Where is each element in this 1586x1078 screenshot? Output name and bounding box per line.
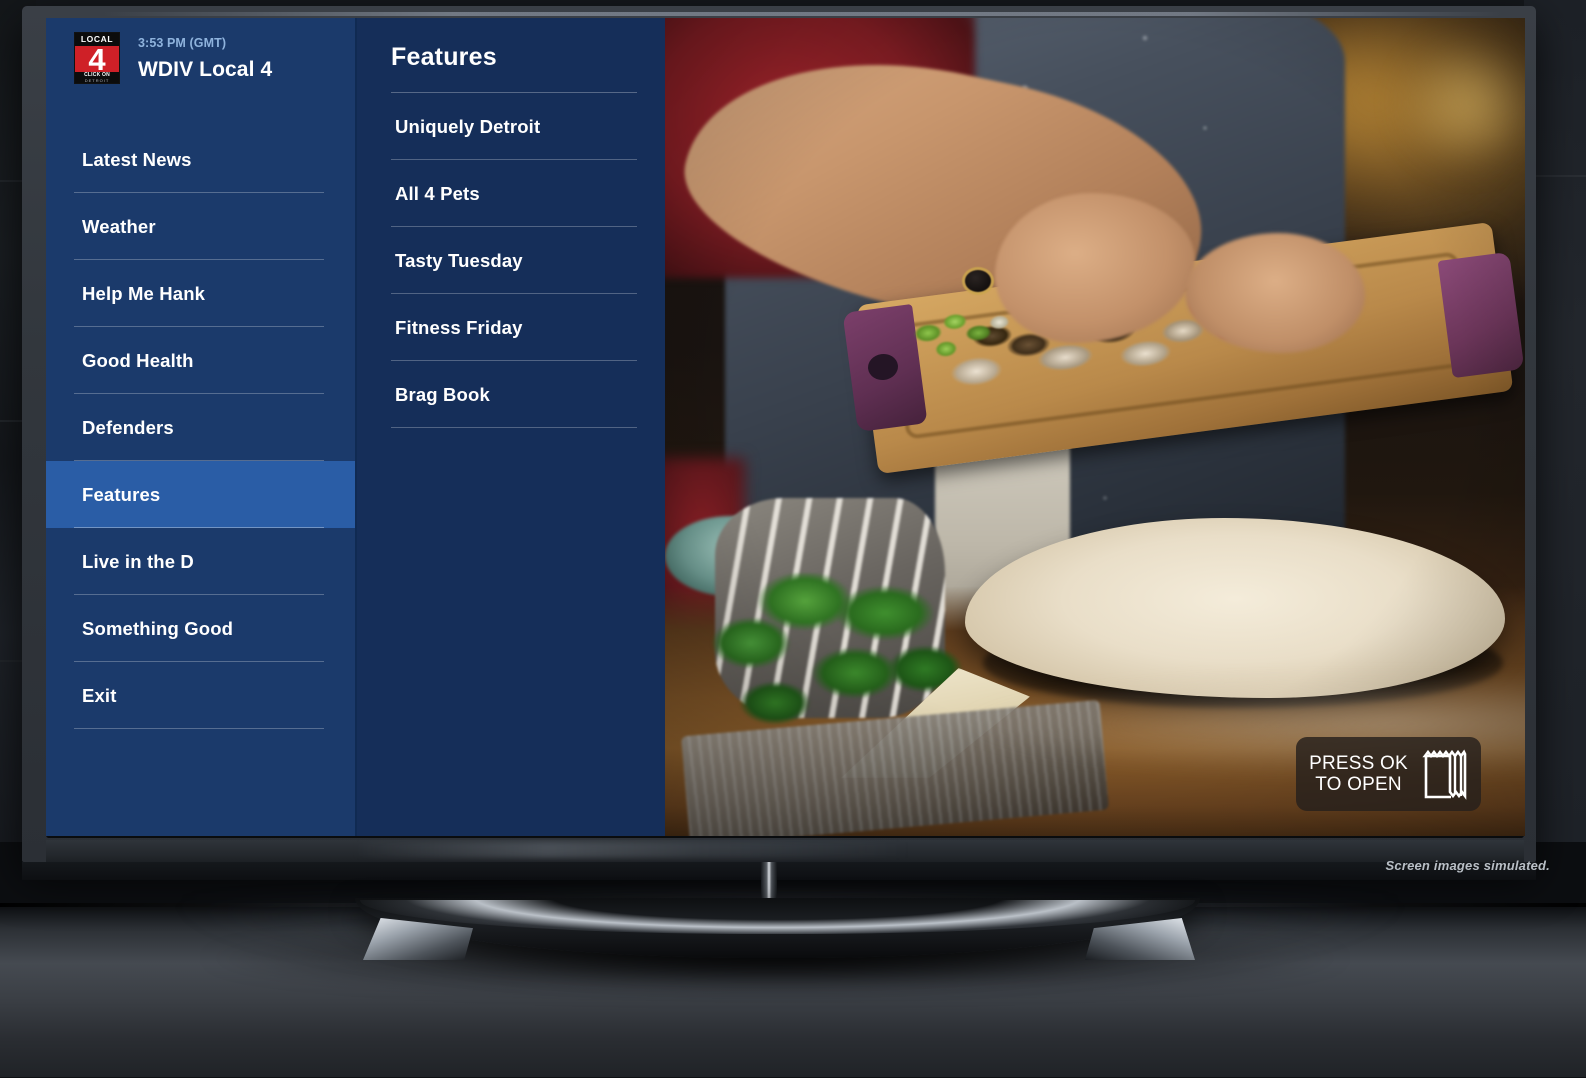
submenu-item-label: Uniquely Detroit — [395, 116, 540, 138]
primary-navigation-panel: LOCAL 4 CLICK ON DETROIT 3:53 PM (GMT) W… — [46, 18, 355, 836]
submenu-title: Features — [357, 18, 665, 72]
receipt-icon — [1422, 748, 1468, 800]
press-ok-badge[interactable]: PRESS OK TO OPEN — [1296, 737, 1481, 811]
sidebar-item-label: Weather — [82, 216, 156, 238]
sidebar-item-label: Live in the D — [82, 551, 194, 573]
submenu-item-all-4-pets[interactable]: All 4 Pets — [357, 160, 665, 227]
station-name: WDIV Local 4 — [138, 58, 272, 82]
video-kitchen-bokeh-2 — [1400, 38, 1525, 168]
tv-lower-strip — [22, 862, 1536, 880]
video-preview-pane[interactable]: PRESS OK TO OPEN — [665, 18, 1525, 836]
submenu-item-fitness-friday[interactable]: Fitness Friday — [357, 294, 665, 361]
brand-text-block: 3:53 PM (GMT) WDIV Local 4 — [120, 32, 272, 82]
tv-top-highlight — [102, 12, 1502, 16]
video-ring — [965, 270, 991, 292]
sidebar-item-features[interactable]: Features — [46, 461, 355, 528]
logo-bottom-band: CLICK ON DETROIT — [75, 72, 119, 83]
submenu-item-brag-book[interactable]: Brag Book — [357, 361, 665, 428]
row-divider — [391, 427, 637, 428]
sidebar-item-label: Defenders — [82, 417, 174, 439]
sidebar-item-label: Help Me Hank — [82, 283, 205, 305]
local-4-logo-icon: LOCAL 4 CLICK ON DETROIT — [74, 32, 120, 84]
submenu-item-label: Fitness Friday — [395, 317, 523, 339]
submenu-item-label: All 4 Pets — [395, 183, 480, 205]
sidebar-item-latest-news[interactable]: Latest News — [46, 126, 355, 193]
app-root: LOCAL 4 CLICK ON DETROIT 3:53 PM (GMT) W… — [46, 18, 1525, 836]
sidebar-item-good-health[interactable]: Good Health — [46, 327, 355, 394]
simulated-screen-disclaimer: Screen images simulated. — [1386, 858, 1550, 873]
sidebar-item-live-in-the-d[interactable]: Live in the D — [46, 528, 355, 595]
row-divider — [74, 728, 324, 729]
sidebar-item-label: Latest News — [82, 149, 192, 171]
press-ok-label: PRESS OK TO OPEN — [1309, 753, 1408, 795]
sidebar-item-label: Something Good — [82, 618, 233, 640]
sidebar-item-label: Features — [82, 484, 160, 506]
video-cutting-board-edge-right — [1438, 252, 1525, 378]
submenu-list: Uniquely Detroit All 4 Pets Tasty Tuesday F… — [357, 93, 665, 428]
clock-label: 3:53 PM (GMT) — [138, 36, 272, 50]
submenu-item-tasty-tuesday[interactable]: Tasty Tuesday — [357, 227, 665, 294]
submenu-panel: Features Uniquely Detroit All 4 Pets Tasty… — [355, 18, 665, 836]
tv-screen: LOCAL 4 CLICK ON DETROIT 3:53 PM (GMT) W… — [46, 18, 1525, 836]
sidebar-item-weather[interactable]: Weather — [46, 193, 355, 260]
video-right-hand — [1185, 233, 1365, 353]
submenu-item-label: Tasty Tuesday — [395, 250, 523, 272]
submenu-item-uniquely-detroit[interactable]: Uniquely Detroit — [357, 93, 665, 160]
sidebar-item-help-me-hank[interactable]: Help Me Hank — [46, 260, 355, 327]
sidebar-item-something-good[interactable]: Something Good — [46, 595, 355, 662]
sidebar-item-label: Exit — [82, 685, 117, 707]
sidebar-item-label: Good Health — [82, 350, 194, 372]
tv-chin-sheen — [352, 842, 912, 858]
logo-bottom-text-b: DETROIT — [75, 78, 119, 83]
submenu-item-label: Brag Book — [395, 384, 490, 406]
sidebar-item-exit[interactable]: Exit — [46, 662, 355, 729]
sidebar-item-defenders[interactable]: Defenders — [46, 394, 355, 461]
station-brand-header: LOCAL 4 CLICK ON DETROIT 3:53 PM (GMT) W… — [46, 18, 355, 126]
sidebar-menu: Latest News Weather Help Me Hank Good Healt… — [46, 126, 355, 729]
